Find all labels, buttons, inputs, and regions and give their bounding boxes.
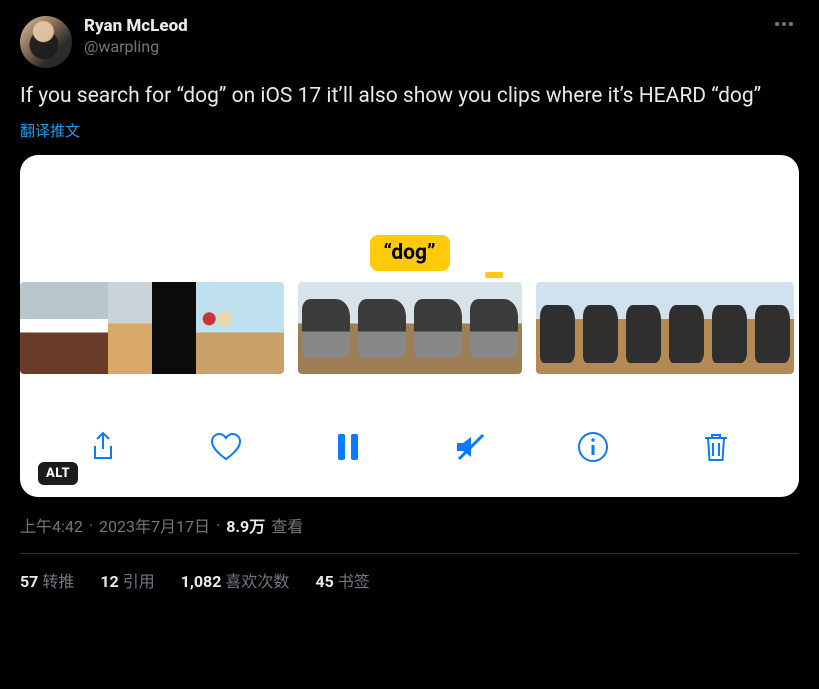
alt-badge[interactable]: ALT [38, 462, 78, 485]
views-count: 8.9万 [226, 513, 265, 537]
clip-thumbnail-group [20, 282, 284, 374]
media-attachment[interactable]: “dog” [20, 155, 799, 497]
bookmarks-stat[interactable]: 45书签 [315, 568, 369, 592]
translate-link[interactable]: 翻译推文 [20, 120, 80, 141]
avatar[interactable] [20, 16, 72, 68]
tweet-time[interactable]: 上午4:42 [20, 513, 83, 537]
handle: @warpling [84, 37, 188, 57]
caption-marker [485, 272, 503, 278]
retweets-stat[interactable]: 57转推 [20, 568, 74, 592]
trash-icon[interactable] [695, 426, 737, 468]
quotes-stat[interactable]: 12引用 [100, 568, 154, 592]
media-toolbar [20, 415, 799, 479]
author-names[interactable]: Ryan McLeod @warpling [84, 16, 188, 57]
more-options-icon[interactable] [769, 16, 799, 32]
tweet-container: Ryan McLeod @warpling If you search for … [0, 0, 819, 608]
video-scrubber[interactable] [20, 282, 799, 374]
divider [20, 553, 799, 554]
tweet-text: If you search for “dog” on iOS 17 it’ll … [20, 82, 799, 110]
mute-icon[interactable] [450, 426, 492, 468]
caption-bubble: “dog” [369, 235, 449, 271]
info-icon[interactable] [572, 426, 614, 468]
tweet-date[interactable]: 2023年7月17日 [99, 513, 210, 537]
tweet-meta: 上午4:42 · 2023年7月17日 · 8.9万 查看 [20, 513, 799, 537]
tweet-header: Ryan McLeod @warpling [20, 16, 799, 68]
clip-thumbnail-group [536, 282, 794, 374]
likes-stat[interactable]: 1,082喜欢次数 [181, 568, 290, 592]
pause-icon[interactable] [327, 426, 369, 468]
views-label: 查看 [271, 513, 303, 537]
clip-thumbnail-group [298, 282, 522, 374]
tweet-stats: 57转推 12引用 1,082喜欢次数 45书签 [20, 568, 799, 592]
share-icon[interactable] [82, 426, 124, 468]
display-name: Ryan McLeod [84, 16, 188, 37]
heart-icon[interactable] [205, 426, 247, 468]
